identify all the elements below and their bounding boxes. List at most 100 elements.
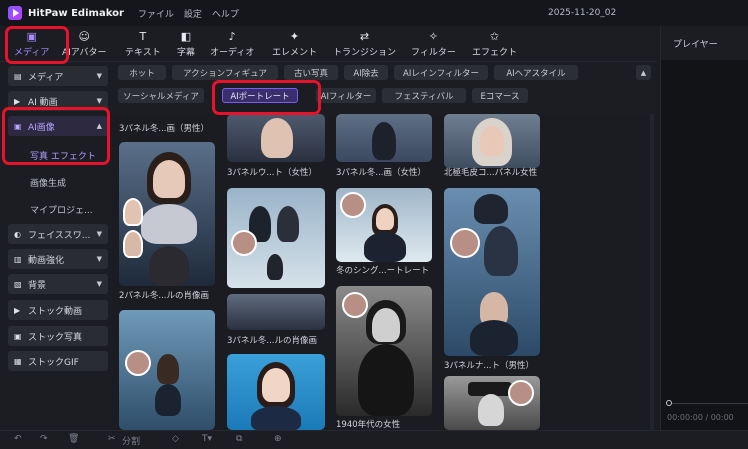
portrait-figure: [157, 354, 179, 384]
template-card[interactable]: [336, 188, 432, 262]
chip-festival[interactable]: フェスティバル: [382, 88, 466, 103]
main-toolbar: ▣ メディア ☺ AIアバター T テキスト ◧ 字幕 ♪ オーディオ ✦ エレ…: [0, 26, 656, 62]
tab-audio-label: オーディオ: [210, 48, 255, 58]
inset-photo: [508, 380, 534, 406]
tab-transition[interactable]: ⇄ トランジション: [333, 29, 397, 59]
annotation-highlight-ai-image: [2, 107, 110, 165]
sidebar-sub-my-project[interactable]: マイプロジェ...: [30, 203, 93, 216]
template-card[interactable]: [336, 286, 432, 416]
element-icon: ✦: [289, 29, 300, 43]
portrait-figure: [484, 226, 518, 276]
sidebar-item-enhance[interactable]: ▥ 動画強化 ▼: [8, 249, 108, 269]
portrait-face: [262, 368, 290, 402]
gif-icon: ▦: [14, 356, 22, 366]
menu-file[interactable]: ファイル: [138, 7, 174, 20]
face-swap-icon: ◐: [14, 229, 21, 239]
split-button[interactable]: 分割: [122, 434, 140, 447]
tab-filter[interactable]: ✧ フィルター: [411, 29, 456, 59]
sidebar-item-stock-video[interactable]: ▶ ストック動画: [8, 300, 108, 320]
portrait-figure: [372, 122, 396, 160]
sidebar-item-background[interactable]: ▧ 背景 ▼: [8, 274, 108, 294]
inset-photo: [125, 350, 151, 376]
add-icon[interactable]: ⊕: [274, 434, 282, 444]
enhance-icon: ▥: [14, 254, 22, 264]
video-icon: ▶: [14, 96, 21, 106]
portrait-body: [251, 406, 301, 430]
portrait-figure: [277, 206, 299, 242]
template-card[interactable]: [336, 114, 432, 162]
tab-subtitle-label: 字幕: [177, 48, 196, 58]
chip-old-photo[interactable]: 古い写真: [284, 65, 338, 80]
template-card[interactable]: [444, 376, 540, 430]
portrait-figure: [267, 254, 283, 280]
chip-ai-remove[interactable]: AI除去: [344, 65, 388, 80]
scrub-track[interactable]: [672, 403, 748, 404]
title-bar: HitPaw Edimakor ファイル 設定 ヘルプ 2025-11-20_0…: [0, 0, 748, 26]
template-card[interactable]: [227, 188, 325, 288]
delete-icon[interactable]: 🗑: [68, 434, 79, 444]
inset-photo: [342, 292, 368, 318]
template-card[interactable]: [119, 310, 215, 430]
chip-ai-filter[interactable]: AIフィルター: [316, 88, 376, 103]
sidebar-item-label: フェイススワ...: [28, 230, 91, 241]
portrait-figure: [155, 384, 181, 416]
sidebar-item-face-swap[interactable]: ◐ フェイススワ... ▼: [8, 224, 108, 244]
portrait-figure: [149, 246, 189, 286]
template-grid: 3パネル冬...画（男性） 2パネル冬...ルの肖像画 3パネルウ...ト（女性…: [112, 114, 656, 430]
template-card[interactable]: [444, 188, 540, 356]
tab-effect[interactable]: ✩ エフェクト: [472, 29, 518, 59]
menu-help[interactable]: ヘルプ: [212, 7, 239, 20]
template-card[interactable]: [444, 114, 540, 168]
redo-icon[interactable]: ↷: [40, 434, 48, 444]
chevron-down-icon: ▼: [96, 280, 102, 288]
portrait-body: [358, 344, 414, 416]
template-card[interactable]: [119, 142, 215, 286]
tab-effect-label: エフェクト: [472, 48, 518, 58]
app-name: HitPaw Edimakor: [28, 7, 124, 19]
tab-filter-label: フィルター: [411, 48, 456, 58]
sidebar-item-label: 背景: [28, 280, 47, 291]
inset-photo: [123, 230, 143, 258]
transition-icon: ⇄: [359, 29, 370, 43]
chip-action-figure[interactable]: アクションフィギュア: [172, 65, 278, 80]
chevron-up-icon[interactable]: ▲: [636, 65, 651, 80]
template-caption: 1940年代の女性: [336, 420, 401, 430]
tab-transition-label: トランジション: [333, 48, 397, 58]
chip-social-media[interactable]: ソーシャルメディア: [118, 88, 204, 103]
tab-subtitle[interactable]: ◧ 字幕: [177, 29, 196, 59]
tab-element[interactable]: ✦ エレメント: [272, 29, 318, 59]
template-card[interactable]: [227, 354, 325, 430]
grid-scrollbar[interactable]: [650, 114, 654, 430]
chip-ecommerce[interactable]: Eコマース: [472, 88, 528, 103]
text-tool-icon[interactable]: T▾: [202, 434, 212, 444]
shield-icon[interactable]: ◇: [172, 434, 179, 444]
timeline-toolbar: ↶ ↷ 🗑 ✂ 分割 ◇ T▾ ⧉ ⊕: [0, 430, 748, 449]
chip-ai-hairstyle[interactable]: AIヘアスタイル: [494, 65, 578, 80]
folder-icon: ▤: [14, 71, 22, 81]
annotation-highlight-media: [5, 26, 69, 64]
chevron-down-icon: ▼: [96, 72, 102, 80]
template-card[interactable]: [227, 114, 325, 162]
template-card[interactable]: [227, 294, 325, 330]
player-panel: プレイヤー 00:00:00 / 00:00: [660, 26, 748, 430]
sidebar-item-media[interactable]: ▤ メディア ▼: [8, 66, 108, 86]
portrait-body: [141, 204, 197, 244]
portrait-figure: [474, 194, 508, 224]
sidebar-item-label: 動画強化: [28, 255, 65, 266]
menu-settings[interactable]: 設定: [184, 7, 202, 20]
chip-ai-rain-filter[interactable]: AIレインフィルター: [394, 65, 488, 80]
tab-text[interactable]: T テキスト: [125, 29, 161, 59]
portrait-body: [364, 232, 406, 262]
sidebar-item-stock-photo[interactable]: ▣ ストック写真: [8, 326, 108, 346]
template-caption: 冬のシング...ートレート: [336, 266, 430, 276]
sidebar-sub-image-gen[interactable]: 画像生成: [30, 176, 66, 189]
inset-photo: [123, 198, 143, 226]
undo-icon[interactable]: ↶: [14, 434, 22, 444]
chevron-down-icon: ▼: [96, 230, 102, 238]
sidebar-item-label: ストック動画: [28, 306, 83, 317]
crop-icon[interactable]: ⧉: [236, 434, 242, 444]
tab-audio[interactable]: ♪ オーディオ: [210, 29, 255, 59]
tab-element-label: エレメント: [272, 48, 318, 58]
chip-hot[interactable]: ホット: [118, 65, 166, 80]
sidebar-item-stock-gif[interactable]: ▦ ストックGIF: [8, 351, 108, 371]
